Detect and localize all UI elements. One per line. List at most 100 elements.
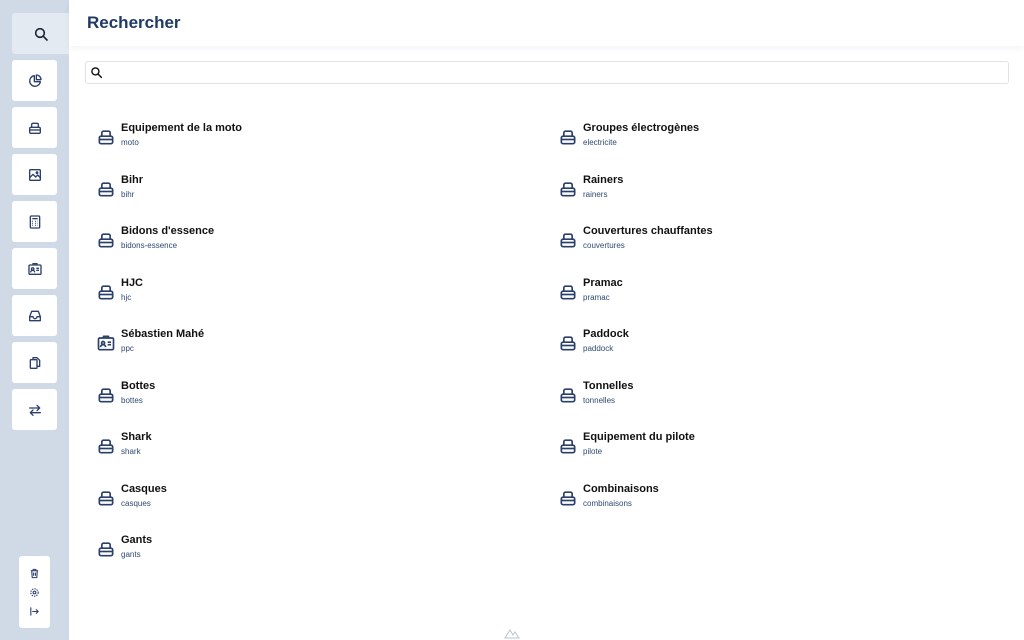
result-item[interactable]: Combinaisons combinaisons <box>558 483 978 523</box>
id-card-icon <box>97 335 115 351</box>
result-slug: couvertures <box>583 241 625 250</box>
result-slug: pilote <box>583 447 603 456</box>
trash-icon <box>30 568 39 579</box>
page-title: Rechercher <box>87 13 181 32</box>
category-icon <box>98 387 114 402</box>
result-item[interactable]: Gants gants <box>96 534 516 574</box>
sidebar-item-categories[interactable] <box>12 107 57 148</box>
sidebar-item-calculator[interactable] <box>12 201 57 242</box>
logout-button[interactable] <box>28 605 41 618</box>
result-slug: ppc <box>121 344 134 353</box>
result-slug: bottes <box>121 395 143 405</box>
result-item[interactable]: Casques casques <box>96 483 516 523</box>
sidebar-item-contacts[interactable] <box>12 248 57 289</box>
result-item[interactable]: Shark shark <box>96 431 516 471</box>
result-slug: electricite <box>583 138 617 147</box>
result-slug: paddock <box>583 344 614 353</box>
result-title: Sébastien Mahé <box>121 328 205 340</box>
calculator-icon <box>29 214 40 229</box>
result-title: Combinaisons <box>583 482 659 495</box>
result-title: Equipement du pilote <box>583 431 695 443</box>
category-icon <box>560 284 576 299</box>
sidebar-item-search[interactable] <box>12 13 69 54</box>
result-title: Shark <box>121 431 152 443</box>
category-icon <box>98 439 114 454</box>
delete-button[interactable] <box>28 567 41 580</box>
search-icon <box>91 67 103 79</box>
category-icon <box>560 387 576 402</box>
sidebar-item-inbox[interactable] <box>12 295 57 336</box>
category-icon <box>560 130 576 145</box>
result-slug: shark <box>121 447 141 456</box>
page-header: Rechercher <box>69 0 1024 46</box>
result-title: Equipement de la moto <box>121 122 243 134</box>
sidebar-item-documents[interactable] <box>12 342 57 383</box>
result-item[interactable]: Equipement du pilote pilote <box>558 431 978 471</box>
result-slug: pramac <box>583 292 610 302</box>
category-icon <box>560 490 576 505</box>
category-icon <box>98 284 114 299</box>
result-item[interactable]: Equipement de la moto moto <box>96 122 516 162</box>
pie-chart-icon <box>28 73 42 87</box>
result-slug: gants <box>121 550 141 559</box>
copy-icon <box>29 356 40 369</box>
result-item[interactable]: HJC hjc <box>96 277 516 317</box>
category-icon <box>98 233 114 248</box>
result-item[interactable]: Pramac pramac <box>558 277 978 317</box>
result-item[interactable]: Groupes électrogènes electricite <box>558 122 978 162</box>
category-icon <box>560 233 576 248</box>
result-title: HJC <box>121 276 144 289</box>
search-bar[interactable] <box>85 61 1009 84</box>
result-item[interactable]: Couvertures chauffantes couvertures <box>558 225 978 265</box>
result-item[interactable]: Bihr bihr <box>96 174 516 214</box>
inbox-icon <box>28 310 41 321</box>
category-icon <box>98 542 114 557</box>
result-slug: rainers <box>583 189 608 199</box>
settings-icon <box>30 588 39 597</box>
transfer-icon <box>28 404 41 416</box>
id-card-icon <box>27 262 42 275</box>
result-slug: tonnelles <box>583 395 616 405</box>
result-item[interactable]: Bottes bottes <box>96 380 516 420</box>
result-title: Tonnelles <box>583 379 634 392</box>
search-input[interactable] <box>108 64 1003 81</box>
category-icon <box>560 439 576 454</box>
result-title: Bidons d'essence <box>121 225 215 237</box>
category-icon <box>98 130 114 145</box>
category-icon <box>98 181 114 196</box>
image-icon <box>28 168 41 181</box>
sidebar-item-transfer[interactable] <box>12 389 57 430</box>
mountain-icon <box>504 629 520 639</box>
result-slug: bidons-essence <box>121 241 178 250</box>
result-title: Rainers <box>583 173 624 186</box>
result-slug: hjc <box>121 292 132 302</box>
sidebar-item-images[interactable] <box>12 154 57 195</box>
settings-button[interactable] <box>28 586 41 599</box>
result-title: Casques <box>121 482 167 495</box>
result-slug: casques <box>121 498 151 508</box>
result-item[interactable]: Rainers rainers <box>558 174 978 214</box>
category-icon <box>28 122 41 134</box>
search-icon <box>34 27 48 41</box>
result-title: Bottes <box>121 379 156 392</box>
category-icon <box>560 181 576 196</box>
sidebar <box>0 0 69 640</box>
result-title: Paddock <box>583 328 629 340</box>
category-icon <box>98 490 114 505</box>
category-icon <box>560 336 576 351</box>
result-title: Bihr <box>121 173 143 186</box>
result-item[interactable]: Tonnelles tonnelles <box>558 380 978 420</box>
logout-icon <box>30 607 39 616</box>
result-item[interactable]: Sébastien Mahé ppc <box>96 328 516 368</box>
result-slug: moto <box>121 138 139 147</box>
result-title: Pramac <box>583 276 623 289</box>
result-item[interactable]: Bidons d'essence bidons-essence <box>96 225 516 265</box>
result-title: Couvertures chauffantes <box>583 225 713 237</box>
result-slug: combinaisons <box>583 498 632 508</box>
result-title: Groupes électrogènes <box>583 122 700 134</box>
sidebar-item-dashboard[interactable] <box>12 60 57 101</box>
result-item[interactable]: Paddock paddock <box>558 328 978 368</box>
result-title: Gants <box>121 534 153 546</box>
sidebar-bottom-actions <box>19 556 50 628</box>
result-slug: bihr <box>121 189 135 199</box>
